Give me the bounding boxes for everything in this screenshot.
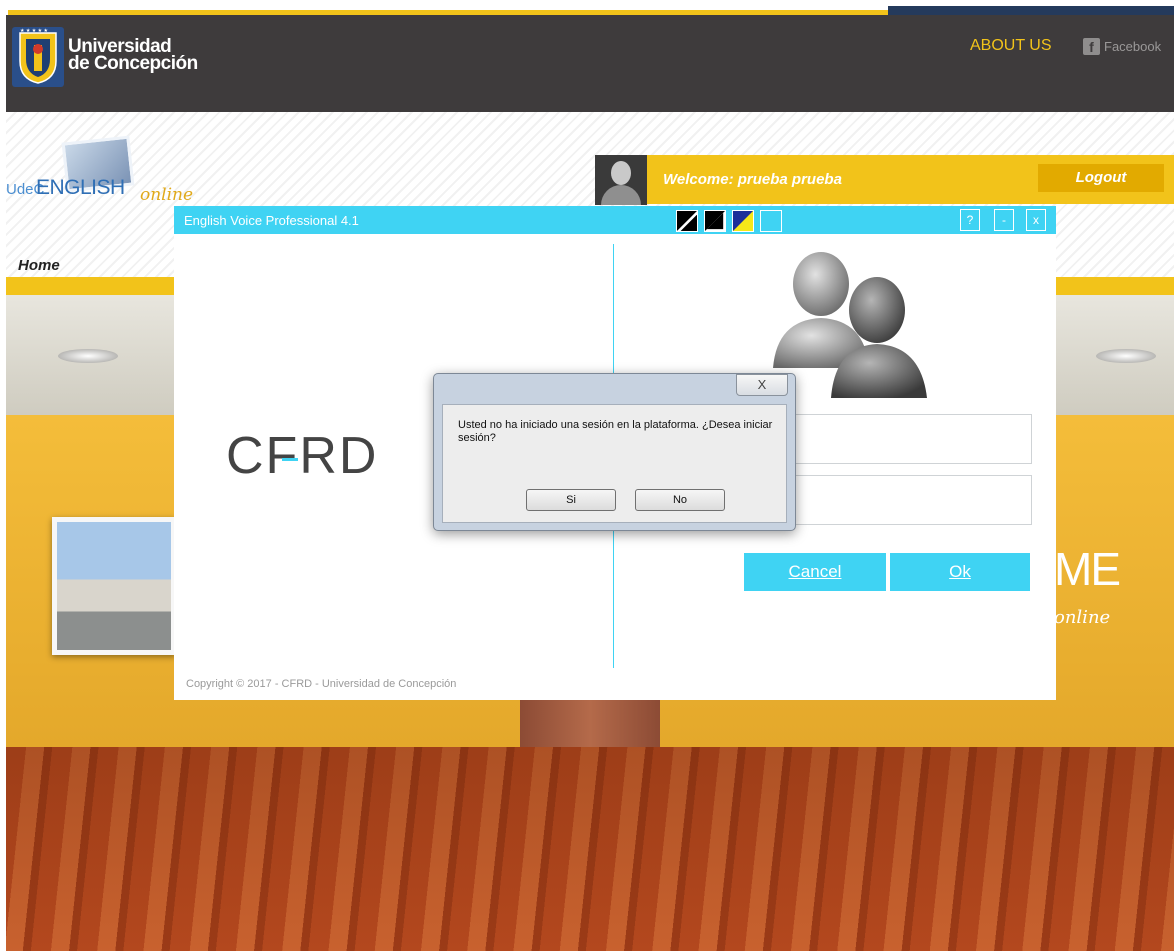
session-dialog: X Usted no ha iniciado una sesión en la … xyxy=(433,373,796,531)
ok-button[interactable]: Ok xyxy=(890,553,1030,591)
site-header: ★ ★ ★ ★ ★ Universidad de Concepción ABOU… xyxy=(6,15,1174,112)
ceiling-lamp-left xyxy=(58,349,118,363)
copyright-text: Copyright © 2017 - CFRD - Universidad de… xyxy=(186,678,457,690)
navy-accent-stripe xyxy=(888,6,1174,15)
minimize-button[interactable]: - xyxy=(994,209,1014,231)
cfrd-logo-text: CFRD xyxy=(226,427,379,485)
background-welcome-text: ME xyxy=(1054,543,1121,595)
app-titlebar[interactable]: English Voice Professional 4.1 ? - x xyxy=(174,206,1056,234)
dialog-message: Usted no ha iniciado una sesión en la pl… xyxy=(458,419,773,444)
dialog-close-button[interactable]: X xyxy=(736,374,788,396)
about-us-link[interactable]: ABOUT US xyxy=(970,37,1052,55)
cancel-button-label: Cancel xyxy=(788,562,842,581)
password-field[interactable] xyxy=(786,475,1032,525)
cancel-button[interactable]: Cancel xyxy=(744,553,886,591)
breadcrumb-home[interactable]: Home xyxy=(18,257,60,274)
user-avatar-icon xyxy=(595,155,647,205)
udec-english-online-logo[interactable]: UdeC ENGLISH online xyxy=(6,135,193,207)
svg-text:★ ★ ★ ★ ★: ★ ★ ★ ★ ★ xyxy=(20,28,48,34)
theme-blue-yellow-button[interactable] xyxy=(732,210,754,232)
close-icon: X xyxy=(757,377,767,392)
welcome-bar: Welcome: prueba prueba Logout xyxy=(647,155,1174,204)
top-accent-bar xyxy=(0,0,1174,16)
background-online-text: online xyxy=(1054,607,1111,628)
university-crest-icon[interactable]: ★ ★ ★ ★ ★ xyxy=(12,27,64,87)
logout-button[interactable]: Logout xyxy=(1038,164,1164,192)
app-title: English Voice Professional 4.1 xyxy=(184,213,359,228)
close-button[interactable]: x xyxy=(1026,209,1046,231)
ceiling-lamp-right xyxy=(1096,349,1156,363)
ok-button-label: Ok xyxy=(949,562,971,581)
cfrd-logo: CFRD xyxy=(226,426,378,486)
logo-english-text: ENGLISH xyxy=(36,176,125,199)
yes-button[interactable]: Si xyxy=(526,489,616,511)
dialog-body: Usted no ha iniciado una sesión en la pl… xyxy=(442,404,787,523)
facebook-icon[interactable]: f xyxy=(1083,38,1100,55)
theme-cyan-button[interactable] xyxy=(760,210,782,232)
university-name-line2: de Concepción xyxy=(68,53,198,74)
help-button[interactable]: ? xyxy=(960,209,980,231)
theme-black-white-outline-button[interactable] xyxy=(704,210,726,232)
logo-online-text: online xyxy=(140,185,194,205)
no-button[interactable]: No xyxy=(635,489,725,511)
theme-black-white-button[interactable] xyxy=(676,210,698,232)
campus-photo-frame xyxy=(52,517,176,655)
welcome-text: Welcome: prueba prueba xyxy=(663,171,842,188)
username-field[interactable] xyxy=(786,414,1032,464)
cfrd-logo-accent xyxy=(282,458,298,461)
facebook-link[interactable]: Facebook xyxy=(1104,39,1161,54)
